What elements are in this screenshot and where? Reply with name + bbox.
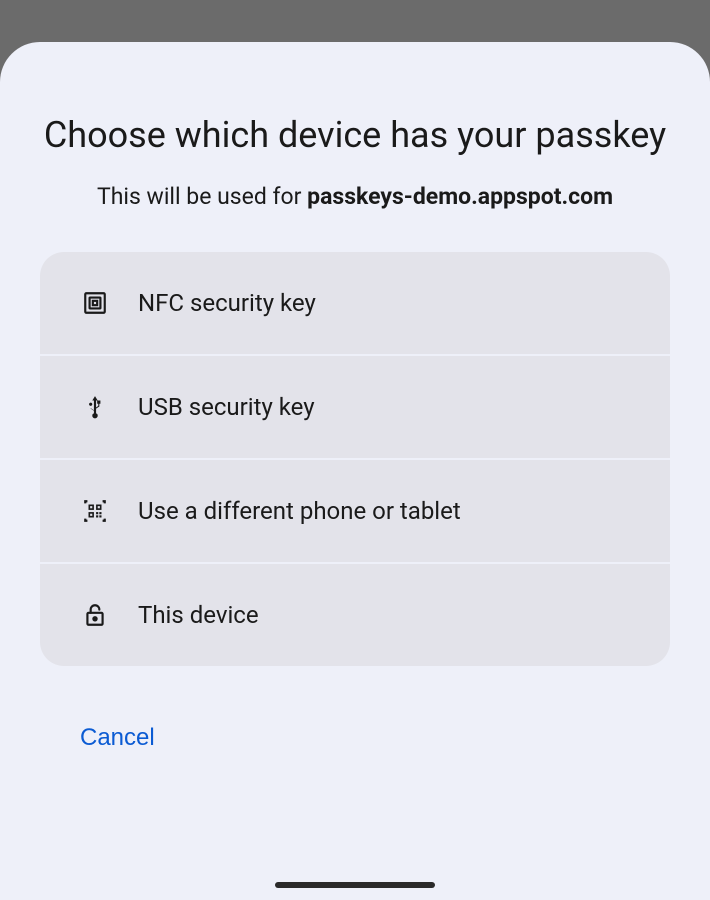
subtitle-prefix: This will be used for (97, 183, 307, 210)
option-label: NFC security key (138, 289, 316, 317)
subtitle-domain: passkeys-demo.appspot.com (307, 183, 613, 210)
dialog-subtitle: This will be used for passkeys-demo.apps… (40, 183, 670, 210)
dialog-title: Choose which device has your passkey (40, 112, 670, 159)
option-label: Use a different phone or tablet (138, 497, 461, 525)
device-option-list: NFC security key USB security key (40, 252, 670, 666)
qr-code-icon (80, 496, 110, 526)
option-label: USB security key (138, 393, 315, 421)
cancel-button[interactable]: Cancel (80, 716, 155, 760)
option-label: This device (138, 601, 259, 629)
navigation-handle[interactable] (275, 882, 435, 888)
option-this-device[interactable]: This device (40, 564, 670, 666)
option-usb-security-key[interactable]: USB security key (40, 356, 670, 460)
bottom-sheet: Choose which device has your passkey Thi… (0, 42, 710, 900)
option-different-phone-tablet[interactable]: Use a different phone or tablet (40, 460, 670, 564)
option-nfc-security-key[interactable]: NFC security key (40, 252, 670, 356)
lock-open-icon (80, 600, 110, 630)
usb-icon (80, 392, 110, 422)
nfc-icon (80, 288, 110, 318)
